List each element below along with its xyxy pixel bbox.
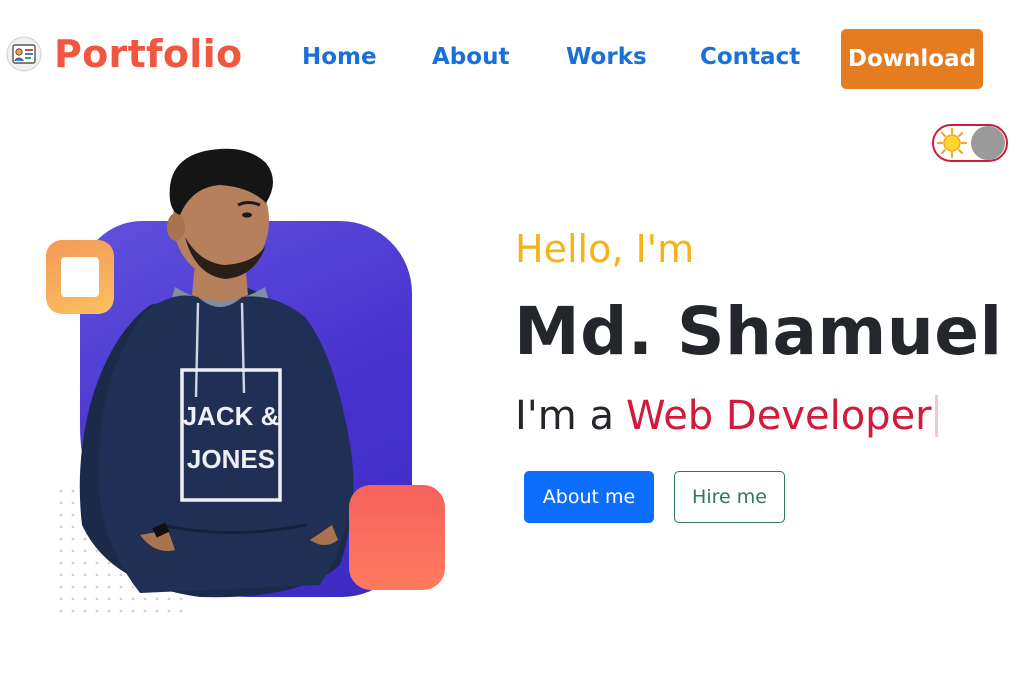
decorative-red-square bbox=[349, 485, 445, 590]
hero-role-prefix: I'm a bbox=[515, 393, 614, 439]
toggle-knob[interactable] bbox=[971, 126, 1005, 160]
hero-role-highlight: Web Developer bbox=[625, 393, 932, 439]
nav-link-home[interactable]: Home bbox=[302, 46, 377, 69]
shirt-text-line1: JACK & bbox=[183, 401, 280, 431]
hire-me-button[interactable]: Hire me bbox=[674, 471, 785, 523]
portfolio-logo-icon bbox=[6, 36, 42, 72]
shirt-text-line2: JONES bbox=[187, 444, 275, 474]
nav-link-contact[interactable]: Contact bbox=[700, 46, 800, 69]
theme-toggle[interactable] bbox=[932, 124, 1008, 162]
typing-cursor bbox=[934, 395, 938, 437]
brand-name: Portfolio bbox=[54, 32, 243, 76]
about-me-button[interactable]: About me bbox=[524, 471, 654, 523]
sun-icon bbox=[936, 127, 968, 159]
download-button[interactable]: Download bbox=[841, 29, 983, 89]
nav-link-about[interactable]: About bbox=[432, 46, 509, 69]
portfolio-page: Portfolio Home About Works Contact Downl… bbox=[0, 0, 1018, 689]
hero-role: I'm a Web Developer bbox=[515, 393, 938, 439]
hero-name: Md. Shamuel bbox=[514, 293, 1003, 370]
hero-greeting: Hello, I'm bbox=[515, 227, 695, 271]
profile-photo: JACK & JONES bbox=[79, 148, 354, 598]
nav-link-works[interactable]: Works bbox=[566, 46, 647, 69]
brand-logo-link[interactable]: Portfolio bbox=[4, 34, 242, 74]
